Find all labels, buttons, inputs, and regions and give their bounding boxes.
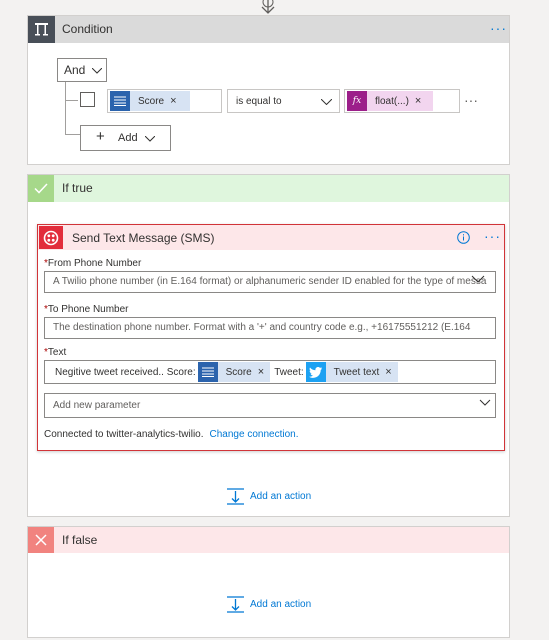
add-action-button[interactable]: Add an action	[227, 488, 311, 505]
list-icon	[197, 362, 218, 382]
add-label: Add	[118, 132, 138, 144]
tweet-text-token[interactable]: Tweet text ×	[305, 362, 398, 382]
remove-token-icon[interactable]: ×	[385, 366, 397, 378]
from-phone-dropdown[interactable]: A Twilio phone number (in E.164 format) …	[44, 271, 496, 293]
plus-icon: +	[96, 128, 105, 145]
remove-token-icon[interactable]: ×	[258, 366, 270, 378]
check-icon	[28, 175, 54, 202]
to-phone-label: *To Phone Number	[44, 304, 129, 315]
add-parameter-dropdown[interactable]: Add new parameter	[44, 393, 496, 418]
chevron-down-icon[interactable]	[479, 399, 491, 406]
tree-line	[65, 100, 78, 101]
operator-dropdown[interactable]: is equal to	[227, 89, 340, 113]
condition-title: Condition	[62, 22, 113, 36]
text-label: *Text	[44, 347, 66, 358]
token-label: float(...)	[375, 95, 409, 107]
logic-value: And	[64, 63, 86, 77]
token-label: Score	[138, 95, 165, 107]
right-operand-field[interactable]: fx float(...) ×	[344, 89, 460, 113]
to-phone-input[interactable]: The destination phone number. Format wit…	[44, 317, 496, 339]
sms-action-header[interactable]: Send Text Message (SMS) ···	[38, 225, 504, 250]
remove-token-icon[interactable]: ×	[170, 95, 182, 107]
close-icon	[28, 527, 54, 553]
remove-token-icon[interactable]: ×	[415, 95, 427, 107]
operator-value: is equal to	[236, 96, 282, 107]
add-action-label: Add an action	[250, 599, 312, 610]
condition-header[interactable]: Condition ···	[28, 16, 509, 43]
from-phone-placeholder: A Twilio phone number (in E.164 format) …	[53, 276, 487, 287]
connection-info: Connected to twitter-analytics-twilio. Ch…	[44, 429, 298, 440]
change-connection-link[interactable]: Change connection.	[210, 429, 299, 440]
info-icon[interactable]	[457, 231, 470, 244]
if-true-branch: If true Send Text Message (SMS) ··· *Fro…	[27, 174, 510, 517]
to-phone-placeholder: The destination phone number. Format wit…	[53, 322, 471, 333]
add-action-button[interactable]: Add an action	[227, 596, 311, 613]
connection-text: Connected to twitter-analytics-twilio.	[44, 429, 204, 440]
text-input[interactable]: Negitive tweet received.. Score: Score ×…	[44, 360, 496, 384]
add-action-icon	[227, 488, 244, 505]
from-phone-label: *From Phone Number	[44, 258, 141, 269]
function-icon: fx	[347, 91, 367, 111]
chevron-down-icon	[92, 68, 102, 74]
tree-line	[65, 82, 66, 134]
if-false-header[interactable]: If false	[28, 527, 509, 553]
add-action-icon	[227, 596, 244, 613]
token-label: Tweet text	[333, 366, 380, 378]
add-action-label: Add an action	[250, 491, 312, 502]
to-phone-label-text: To Phone Number	[47, 304, 129, 315]
sms-action-title: Send Text Message (SMS)	[72, 231, 215, 245]
text-label-text: Text	[47, 347, 67, 358]
list-icon	[110, 91, 130, 111]
score-token[interactable]: Score ×	[197, 362, 271, 382]
add-parameter-placeholder: Add new parameter	[53, 400, 141, 411]
sms-more-icon[interactable]: ···	[484, 228, 501, 244]
logic-dropdown[interactable]: And	[57, 58, 107, 82]
score-token[interactable]: Score ×	[110, 91, 190, 111]
condition-icon	[28, 16, 55, 43]
if-false-branch: If false Add an action	[27, 526, 510, 638]
add-condition-button[interactable]: + Add	[80, 125, 171, 151]
if-true-title: If true	[62, 181, 93, 195]
from-phone-label-text: From Phone Number	[47, 258, 142, 269]
twilio-icon	[39, 226, 63, 249]
chevron-down-icon	[145, 136, 155, 142]
token-label: Score	[225, 366, 252, 378]
row-checkbox[interactable]	[80, 92, 95, 107]
flow-arrow-icon	[261, 0, 275, 14]
row-more-icon[interactable]: ···	[464, 92, 478, 108]
tree-line	[65, 134, 80, 135]
text-mid: Tweet:	[274, 366, 304, 378]
left-operand-field[interactable]: Score ×	[107, 89, 222, 113]
condition-more-icon[interactable]: ···	[490, 20, 507, 36]
if-true-header[interactable]: If true	[28, 175, 509, 202]
twitter-icon	[305, 362, 326, 382]
if-false-title: If false	[62, 533, 98, 547]
send-sms-action-card: Send Text Message (SMS) ··· *From Phone …	[37, 224, 505, 451]
chevron-down-icon[interactable]	[471, 275, 485, 283]
text-prefix: Negitive tweet received.. Score:	[55, 366, 196, 378]
condition-card: Condition ··· And Score × is equal to fx…	[27, 15, 510, 165]
chevron-down-icon	[321, 99, 332, 105]
float-token[interactable]: fx float(...) ×	[347, 91, 433, 111]
